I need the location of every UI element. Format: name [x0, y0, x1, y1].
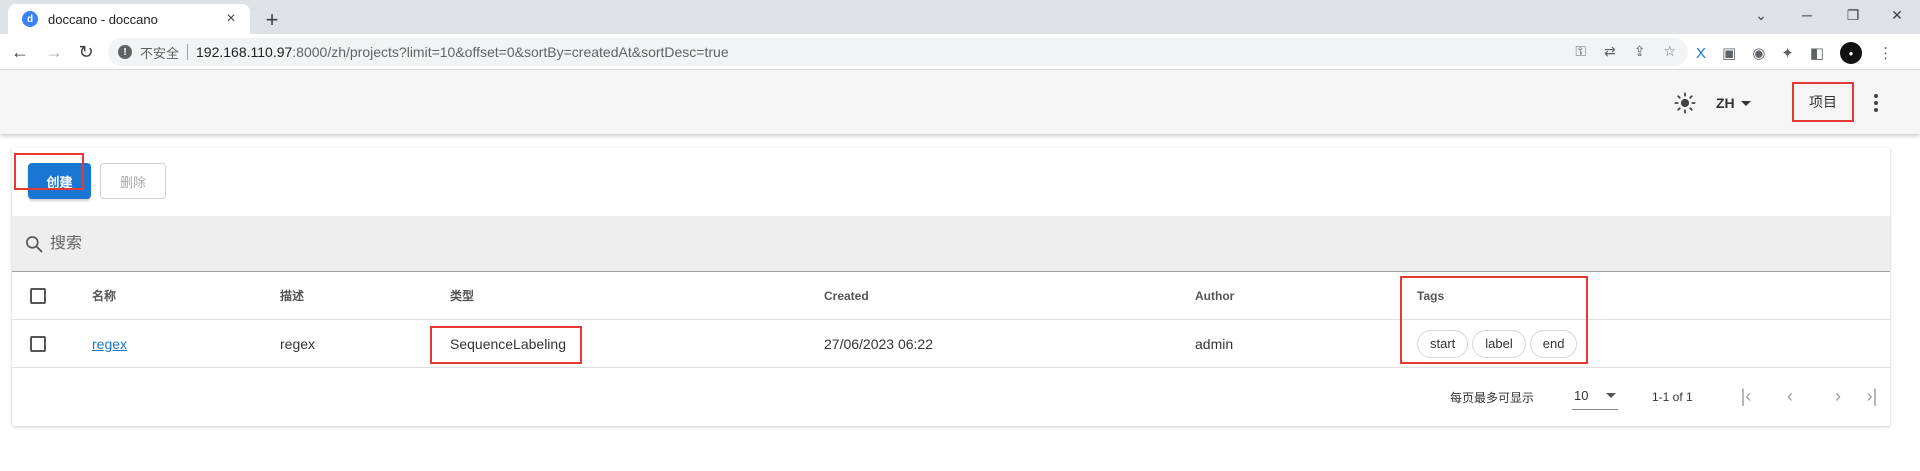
- doccano-favicon-icon: d: [22, 11, 38, 27]
- next-page-icon[interactable]: ›: [1824, 382, 1852, 410]
- tab-close-icon[interactable]: ×: [222, 10, 240, 28]
- project-author: admin: [1195, 335, 1234, 352]
- new-tab-button[interactable]: +: [258, 6, 286, 34]
- delete-button[interactable]: 删除: [100, 163, 166, 199]
- extensions-area: X ▣ ◉ ✦ ◧ ● ⋮: [1696, 42, 1893, 64]
- translate-icon[interactable]: ⇄: [1604, 43, 1616, 60]
- reload-icon[interactable]: ↻: [72, 38, 100, 66]
- project-type: SequenceLabeling: [450, 335, 566, 352]
- search-bar: [12, 216, 1890, 272]
- separator: [187, 44, 189, 60]
- header-name[interactable]: 名称: [92, 272, 116, 319]
- insecure-label: 不安全: [140, 45, 180, 61]
- browser-tabstrip: d doccano - doccano × + ⌄ ─ ❐ ✕: [0, 0, 1920, 34]
- header-tags[interactable]: Tags: [1417, 272, 1444, 319]
- close-window-icon[interactable]: ✕: [1874, 0, 1920, 30]
- select-all-checkbox[interactable]: [30, 287, 46, 304]
- more-vert-icon[interactable]: [1866, 88, 1886, 118]
- tag-chip: end: [1529, 329, 1578, 358]
- back-icon[interactable]: ←: [6, 38, 34, 66]
- tag-chip: label: [1472, 329, 1526, 358]
- rows-per-page-value: 10: [1574, 388, 1589, 403]
- minimize-icon[interactable]: ─: [1784, 0, 1830, 30]
- table-row[interactable]: regex regex SequenceLabeling 27/06/2023 …: [12, 320, 1890, 368]
- search-input[interactable]: [50, 234, 450, 253]
- key-icon[interactable]: ⚿: [1575, 43, 1586, 60]
- theme-toggle-sun-icon[interactable]: [1670, 88, 1700, 118]
- pagination-range: 1-1 of 1: [1652, 390, 1693, 404]
- forward-icon[interactable]: →: [40, 38, 68, 66]
- restore-icon[interactable]: ❐: [1830, 0, 1876, 30]
- extension-store-icon[interactable]: ▣: [1722, 44, 1736, 62]
- table-header-row: 名称 描述 类型 Created Author Tags: [12, 272, 1890, 320]
- rows-per-page-label: 每页最多可显示: [1450, 390, 1535, 405]
- address-bar[interactable]: ! 不安全 192.168.110.97 :8000/zh/projects?l…: [108, 38, 1688, 66]
- tab-title: doccano - doccano: [48, 11, 158, 27]
- previous-page-icon[interactable]: ‹: [1776, 382, 1804, 410]
- project-created: 27/06/2023 06:22: [824, 335, 933, 352]
- browser-tab[interactable]: d doccano - doccano ×: [8, 4, 250, 34]
- browser-menu-icon[interactable]: ⋮: [1878, 44, 1893, 62]
- row-checkbox[interactable]: [30, 335, 46, 352]
- tag-chip: start: [1417, 329, 1469, 358]
- profile-avatar[interactable]: ●: [1840, 42, 1863, 64]
- tab-search-icon[interactable]: ⌄: [1738, 0, 1784, 30]
- projects-card: 创建 删除 名称 描述 类型 Created Author Tags regex…: [12, 148, 1890, 426]
- warning-icon: !: [118, 45, 132, 59]
- extension-x-icon[interactable]: X: [1696, 45, 1706, 62]
- header-type[interactable]: 类型: [450, 272, 474, 319]
- chevron-down-icon: [1740, 100, 1751, 106]
- create-button[interactable]: 创建: [28, 163, 91, 199]
- project-name-link[interactable]: regex: [92, 336, 127, 352]
- header-created[interactable]: Created: [824, 272, 869, 319]
- language-label: ZH: [1716, 95, 1735, 111]
- puzzle-icon[interactable]: ✦: [1781, 44, 1794, 62]
- chevron-down-icon: [1606, 393, 1616, 398]
- url-path: :8000/zh/projects?limit=10&offset=0&sort…: [292, 44, 729, 60]
- bookmark-star-icon[interactable]: ☆: [1663, 43, 1676, 60]
- language-selector[interactable]: ZH: [1716, 90, 1751, 116]
- project-description: regex: [280, 335, 316, 352]
- extension-off-icon[interactable]: ◉: [1752, 44, 1765, 62]
- browser-toolbar: ← → ↻ ! 不安全 192.168.110.97 :8000/zh/proj…: [0, 34, 1920, 70]
- search-icon: [26, 235, 43, 252]
- header-author[interactable]: Author: [1195, 272, 1234, 319]
- first-page-icon[interactable]: |‹: [1732, 382, 1760, 410]
- share-icon[interactable]: ⇪: [1634, 43, 1646, 60]
- projects-button[interactable]: 项目: [1792, 82, 1854, 122]
- last-page-icon[interactable]: ›|: [1858, 382, 1886, 410]
- omnibox-actions: ⚿ ⇄ ⇪ ☆: [1575, 43, 1676, 60]
- url-host: 192.168.110.97: [196, 44, 293, 60]
- side-panel-icon[interactable]: ◧: [1810, 44, 1824, 62]
- rows-per-page-select[interactable]: 10: [1572, 382, 1618, 410]
- table-footer: 每页最多可显示 10 1-1 of 1 |‹ ‹ › ›|: [12, 368, 1890, 426]
- project-tags: start label end: [1417, 320, 1581, 367]
- app-bar: ZH 项目: [0, 70, 1920, 134]
- header-description[interactable]: 描述: [280, 272, 304, 319]
